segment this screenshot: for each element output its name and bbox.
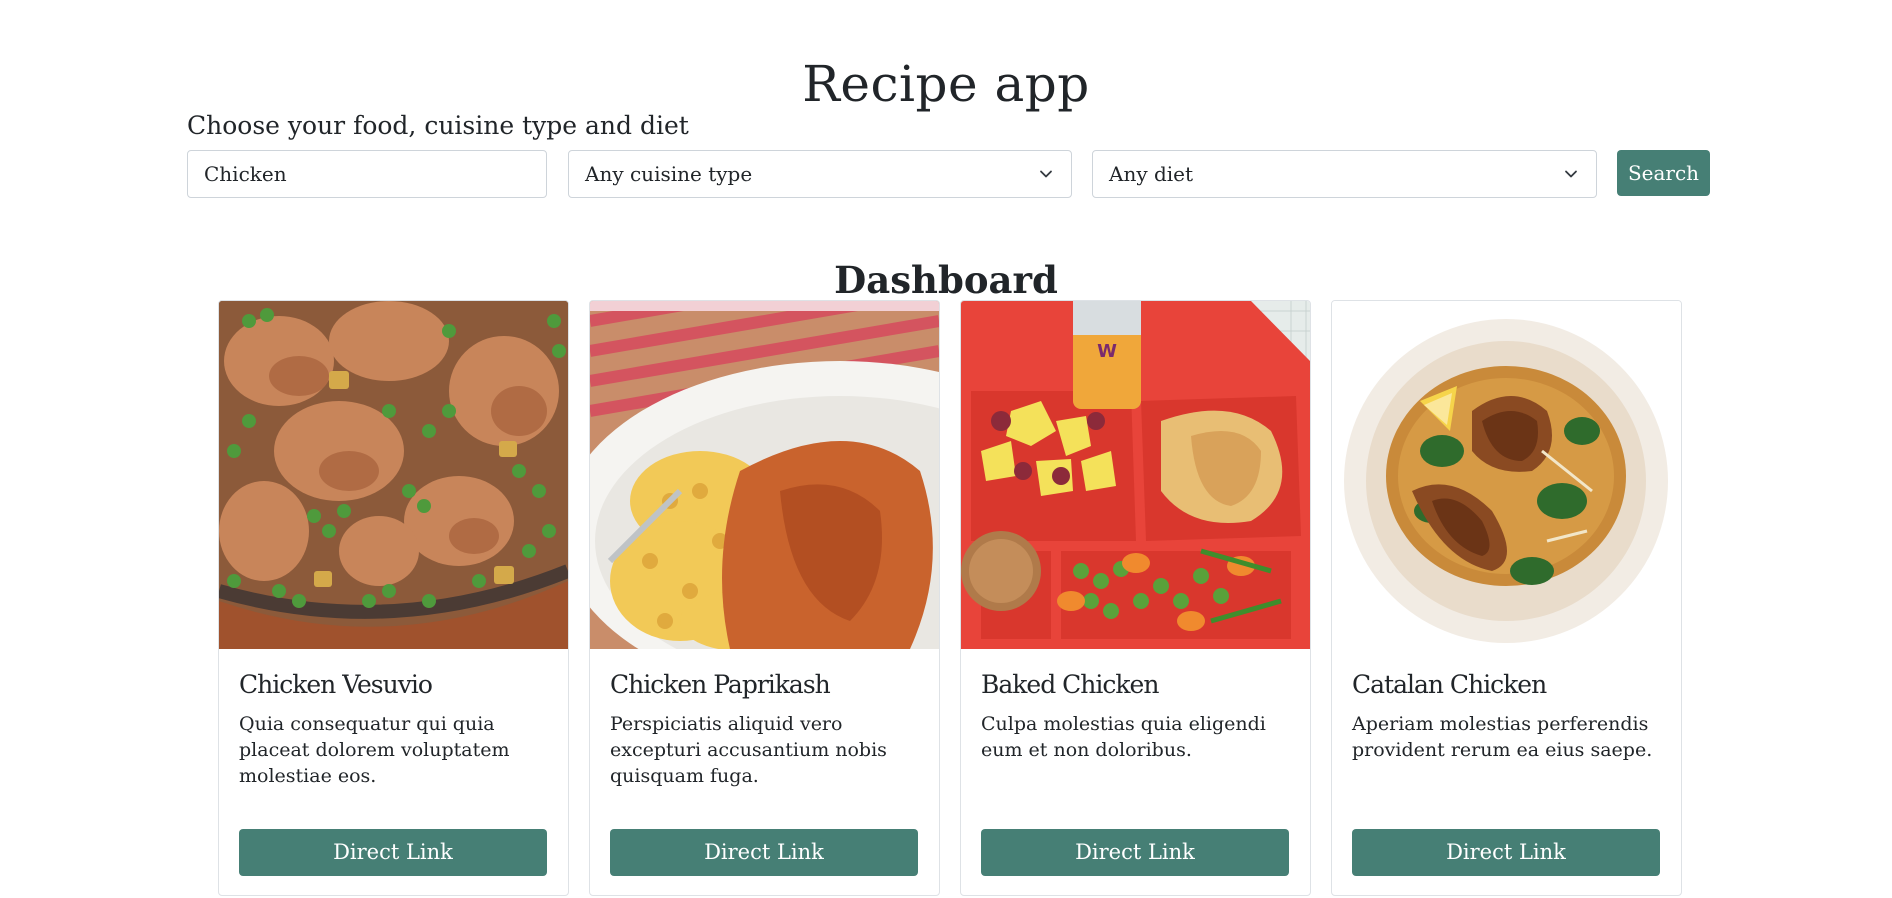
recipe-description: Quia consequatur qui quia placeat dolore… (239, 713, 510, 787)
search-label: Choose your food, cuisine type and diet (187, 111, 689, 140)
diet-select-value: Any diet (1109, 162, 1194, 186)
recipe-description: Perspiciatis aliquid vero excepturi accu… (610, 713, 887, 787)
recipe-card: W Baked Chicken Culpa molestias quia eli… (960, 300, 1311, 896)
recipe-image[interactable]: W (961, 301, 1310, 649)
recipe-title: Chicken Vesuvio (239, 670, 433, 699)
direct-link-button[interactable]: Direct Link (981, 829, 1289, 876)
recipe-image[interactable] (1332, 301, 1681, 649)
dashboard-title: Dashboard (834, 257, 1058, 302)
svg-text:W: W (1097, 341, 1117, 362)
recipe-card: Chicken Vesuvio Quia consequatur qui qui… (218, 300, 569, 896)
recipe-title: Catalan Chicken (1352, 670, 1547, 699)
diet-select[interactable]: Any diet (1092, 150, 1597, 198)
cuisine-select[interactable]: Any cuisine type (568, 150, 1072, 198)
recipe-image[interactable] (219, 301, 568, 649)
direct-link-button[interactable]: Direct Link (610, 829, 918, 876)
chevron-down-icon (1565, 170, 1577, 178)
recipe-image[interactable] (590, 301, 939, 649)
direct-link-button[interactable]: Direct Link (1352, 829, 1660, 876)
recipe-title: Baked Chicken (981, 670, 1159, 699)
recipe-card: Catalan Chicken Aperiam molestias perfer… (1331, 300, 1682, 896)
food-input[interactable] (187, 150, 547, 198)
recipe-title: Chicken Paprikash (610, 670, 831, 699)
recipe-card: Chicken Paprikash Perspiciatis aliquid v… (589, 300, 940, 896)
chevron-down-icon (1040, 170, 1052, 178)
direct-link-button[interactable]: Direct Link (239, 829, 547, 876)
page-title: Recipe app (802, 54, 1090, 113)
search-button[interactable]: Search (1617, 150, 1710, 196)
recipe-description: Aperiam molestias perferendis provident … (1352, 713, 1653, 761)
cuisine-select-value: Any cuisine type (585, 162, 753, 186)
recipe-description: Culpa molestias quia eligendi eum et non… (981, 713, 1266, 761)
